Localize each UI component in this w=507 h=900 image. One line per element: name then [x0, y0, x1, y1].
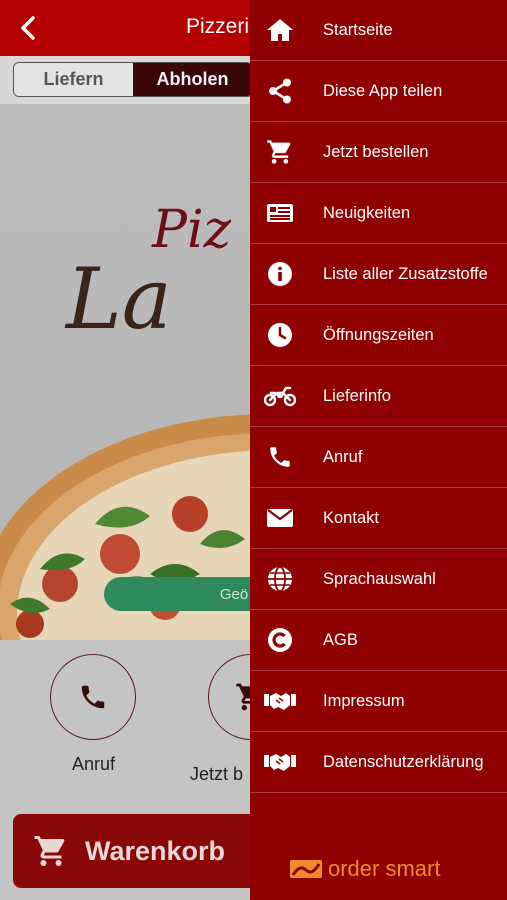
cart-icon — [250, 122, 310, 183]
envelope-icon — [250, 488, 310, 549]
menu-item-contact[interactable]: Kontakt — [250, 488, 507, 549]
info-icon — [250, 244, 310, 305]
handshake-icon — [250, 732, 310, 793]
restaurant-logo-line2: La — [66, 250, 172, 348]
order-smart-logo-icon — [290, 860, 322, 878]
menu-label: Öffnungszeiten — [323, 325, 434, 344]
menu-item-share-app[interactable]: Diese App teilen — [250, 61, 507, 122]
chevron-left-icon — [21, 16, 35, 40]
cart-icon — [34, 836, 65, 866]
phone-icon — [250, 427, 310, 488]
menu-item-startseite[interactable]: Startseite — [250, 0, 507, 61]
menu-label: Kontakt — [323, 508, 379, 527]
copyright-icon — [250, 610, 310, 671]
order-mode-toggle: Liefern Abholen — [13, 62, 253, 97]
tab-liefern[interactable]: Liefern — [14, 63, 133, 96]
menu-label: Datenschutzerklärung — [323, 752, 484, 771]
phone-icon — [81, 685, 105, 709]
menu-label: Diese App teilen — [323, 81, 443, 100]
handshake-icon — [250, 671, 310, 732]
navigation-drawer: Startseite Diese App teilen Jetzt bestel… — [250, 0, 507, 900]
menu-item-news[interactable]: Neuigkeiten — [250, 183, 507, 244]
call-action-button[interactable] — [50, 654, 136, 740]
menu-label: AGB — [323, 630, 358, 649]
back-button[interactable] — [14, 14, 42, 42]
menu-label: Sprachauswahl — [323, 569, 436, 588]
menu-item-privacy[interactable]: Datenschutzerklärung — [250, 732, 507, 793]
menu-item-imprint[interactable]: Impressum — [250, 671, 507, 732]
menu-item-additives[interactable]: Liste aller Zusatzstoffe — [250, 244, 507, 305]
menu-label: Liste aller Zusatzstoffe — [323, 264, 488, 283]
menu-item-order-now[interactable]: Jetzt bestellen — [250, 122, 507, 183]
menu-label: Anruf — [323, 447, 363, 466]
motorcycle-icon — [250, 366, 310, 427]
tab-abholen[interactable]: Abholen — [133, 63, 252, 96]
home-icon — [250, 0, 310, 61]
menu-label: Lieferinfo — [323, 386, 391, 405]
menu-item-terms[interactable]: AGB — [250, 610, 507, 671]
share-icon — [250, 61, 310, 122]
menu-item-language[interactable]: Sprachauswahl — [250, 549, 507, 610]
menu-item-delivery-info[interactable]: Lieferinfo — [250, 366, 507, 427]
globe-icon — [250, 549, 310, 610]
clock-icon — [250, 305, 310, 366]
menu-label: Neuigkeiten — [323, 203, 411, 222]
cart-button-label: Warenkorb — [85, 835, 226, 866]
brand-name: order smart — [328, 856, 441, 881]
newspaper-icon — [250, 183, 310, 244]
order-smart-brand: order smart — [290, 856, 440, 882]
menu-label: Startseite — [323, 20, 393, 39]
menu-label: Jetzt bestellen — [323, 142, 429, 161]
order-now-action-label: Jetzt b — [190, 764, 244, 784]
menu-label: Impressum — [323, 691, 405, 710]
menu-item-opening-hours[interactable]: Öffnungszeiten — [250, 305, 507, 366]
call-action-label: Anruf — [72, 754, 116, 774]
menu-item-call[interactable]: Anruf — [250, 427, 507, 488]
